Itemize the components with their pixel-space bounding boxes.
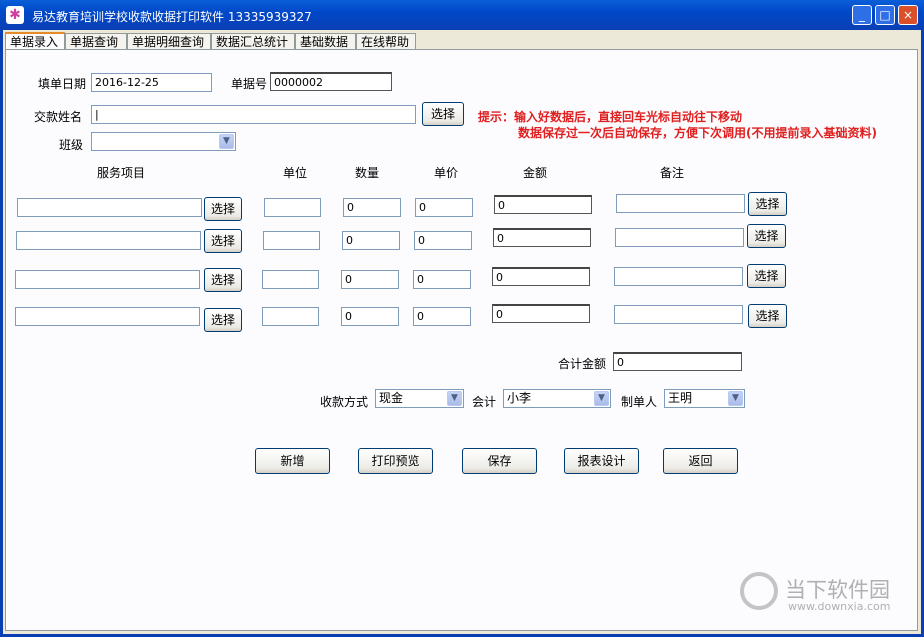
tab-receipt-entry[interactable]: 单据录入 xyxy=(5,32,65,50)
col-price: 单价 xyxy=(434,166,459,180)
row2-service-field[interactable] xyxy=(16,231,201,250)
save-button[interactable]: 保存 xyxy=(462,448,537,474)
col-remark: 备注 xyxy=(660,166,685,180)
app-icon: ✱ xyxy=(6,6,24,24)
row2-select-button[interactable]: 选择 xyxy=(204,229,242,253)
tab-base-data[interactable]: 基础数据 xyxy=(295,33,356,49)
row2-unit-field[interactable] xyxy=(263,231,320,250)
payer-field[interactable]: | xyxy=(91,105,416,124)
tab-detail-query[interactable]: 单据明细查询 xyxy=(127,33,211,49)
row1-select-button[interactable]: 选择 xyxy=(204,197,242,221)
maker-value: 王明 xyxy=(668,391,693,405)
chevron-down-icon[interactable]: ▼ xyxy=(728,391,743,406)
chevron-down-icon[interactable]: ▼ xyxy=(219,134,234,149)
col-amount: 金额 xyxy=(523,166,548,180)
new-button[interactable]: 新增 xyxy=(255,448,330,474)
tab-receipt-query[interactable]: 单据查询 xyxy=(65,33,127,49)
payer-select-button[interactable]: 选择 xyxy=(422,102,464,126)
class-label: 班级 xyxy=(59,138,84,152)
accountant-dropdown[interactable]: 小李 ▼ xyxy=(503,389,611,408)
row3-unit-field[interactable] xyxy=(262,270,319,289)
row4-remark-field[interactable] xyxy=(614,305,743,324)
row3-remark-field[interactable] xyxy=(614,267,743,286)
watermark-logo xyxy=(740,572,778,610)
row3-select-button[interactable]: 选择 xyxy=(204,268,242,292)
maker-dropdown[interactable]: 王明 ▼ xyxy=(664,389,745,408)
chevron-down-icon[interactable]: ▼ xyxy=(447,391,462,406)
row3-price-field[interactable]: 0 xyxy=(413,270,471,289)
row1-qty-field[interactable]: 0 xyxy=(343,198,401,217)
row2-amount-field[interactable]: 0 xyxy=(493,228,591,247)
row4-price-field[interactable]: 0 xyxy=(413,307,471,326)
date-field[interactable]: 2016-12-25 xyxy=(91,73,212,92)
row3-qty-field[interactable]: 0 xyxy=(341,270,399,289)
report-design-button[interactable]: 报表设计 xyxy=(564,448,639,474)
row3-amount-field[interactable]: 0 xyxy=(492,267,590,286)
accountant-value: 小李 xyxy=(507,391,532,405)
class-dropdown[interactable]: ▼ xyxy=(91,132,236,151)
tab-summary-stats[interactable]: 数据汇总统计 xyxy=(211,33,295,49)
receipt-no-field[interactable]: 0000002 xyxy=(270,72,392,91)
hint-line-1: 提示：输入好数据后，直接回车光标自动往下移动 xyxy=(478,110,743,124)
maker-label: 制单人 xyxy=(621,395,658,409)
payment-method-dropdown[interactable]: 现金 ▼ xyxy=(375,389,464,408)
row4-unit-field[interactable] xyxy=(262,307,319,326)
receipt-no-label: 单据号 xyxy=(231,77,268,91)
accountant-label: 会计 xyxy=(472,395,497,409)
col-unit: 单位 xyxy=(283,166,308,180)
col-service: 服务项目 xyxy=(97,166,146,180)
print-preview-button[interactable]: 打印预览 xyxy=(358,448,433,474)
row4-amount-field[interactable]: 0 xyxy=(492,304,590,323)
row3-remark-select-button[interactable]: 选择 xyxy=(747,264,786,288)
window-title: 易达教育培训学校收款收据打印软件 13335939327 xyxy=(32,10,312,24)
total-amount-field[interactable]: 0 xyxy=(613,352,742,371)
row2-qty-field[interactable]: 0 xyxy=(342,231,400,250)
maximize-button[interactable]: □ xyxy=(875,5,895,25)
row4-remark-select-button[interactable]: 选择 xyxy=(748,304,787,328)
hint-line-2: 数据保存过一次后自动保存，方便下次调用(不用提前录入基础资料) xyxy=(518,126,877,140)
payment-method-value: 现金 xyxy=(379,391,404,405)
row2-price-field[interactable]: 0 xyxy=(414,231,472,250)
row4-qty-field[interactable]: 0 xyxy=(341,307,399,326)
payer-label: 交款姓名 xyxy=(34,110,83,124)
row3-service-field[interactable] xyxy=(15,270,200,289)
col-qty: 数量 xyxy=(355,166,380,180)
minimize-button[interactable]: _ xyxy=(852,5,872,25)
row1-unit-field[interactable] xyxy=(264,198,321,217)
row2-remark-select-button[interactable]: 选择 xyxy=(747,224,786,248)
total-label: 合计金额 xyxy=(558,357,607,371)
row2-remark-field[interactable] xyxy=(615,228,744,247)
row1-service-field[interactable] xyxy=(17,198,202,217)
chevron-down-icon[interactable]: ▼ xyxy=(594,391,609,406)
row4-service-field[interactable] xyxy=(15,307,200,326)
date-label: 填单日期 xyxy=(38,77,87,91)
tab-online-help[interactable]: 在线帮助 xyxy=(356,33,416,49)
back-button[interactable]: 返回 xyxy=(663,448,738,474)
row1-remark-field[interactable] xyxy=(616,194,745,213)
row1-price-field[interactable]: 0 xyxy=(415,198,473,217)
watermark-url: www.downxia.com xyxy=(788,600,891,613)
row1-remark-select-button[interactable]: 选择 xyxy=(748,192,787,216)
row4-select-button[interactable]: 选择 xyxy=(204,308,242,332)
payment-method-label: 收款方式 xyxy=(320,395,369,409)
row1-amount-field[interactable]: 0 xyxy=(494,195,592,214)
close-button[interactable]: × xyxy=(898,5,918,25)
title-bar: ✱ 易达教育培训学校收款收据打印软件 13335939327 _ □ × xyxy=(0,0,924,30)
